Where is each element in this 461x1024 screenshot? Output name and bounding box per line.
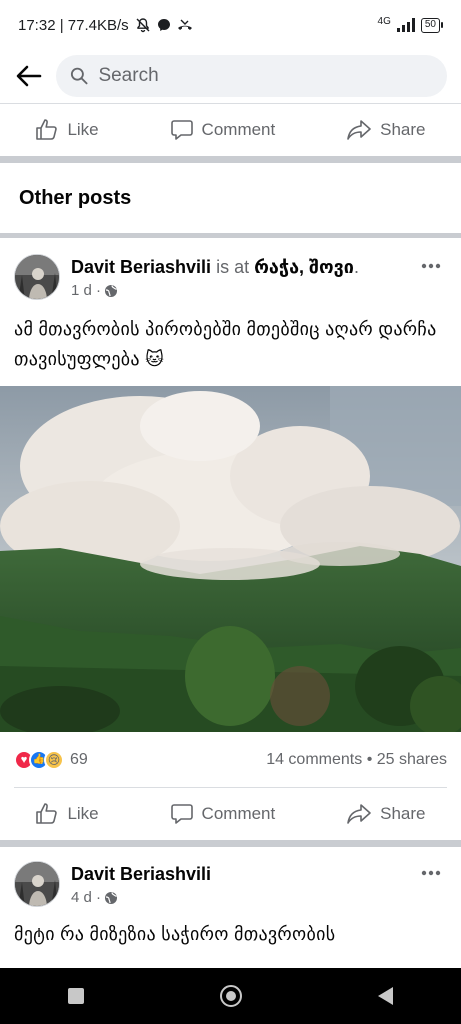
sad-reaction-icon: 😢 [44, 749, 64, 770]
reactions[interactable]: ♥ 👍 😢 69 [14, 749, 88, 770]
author-line: Davit Beriashvili [71, 861, 211, 887]
status-right: 4G 50 [377, 15, 443, 33]
search-icon [70, 67, 88, 85]
post-header: Davit Beriashvili is at რაჭა, შოვი. 1 d … [0, 238, 461, 300]
avatar[interactable] [14, 254, 60, 300]
share-icon [347, 120, 371, 140]
like-button[interactable]: Like [35, 118, 99, 142]
post-meta: Davit Beriashvili 4 d · [71, 861, 211, 907]
section-title: Other posts [19, 186, 132, 209]
reaction-summary: ♥ 👍 😢 69 14 comments • 25 shares [0, 732, 461, 787]
top-bar [0, 50, 461, 102]
recents-button[interactable] [68, 988, 84, 1004]
status-bar: 17:32 | 77.4KB/s 4G 50 [0, 0, 461, 50]
time-text: 1 d · [71, 282, 102, 299]
globe-icon [105, 891, 118, 904]
system-nav-bar [0, 968, 461, 1024]
like-label: Like [67, 120, 99, 139]
back-nav-button[interactable] [378, 987, 393, 1005]
post-text: მეტი რა მიზეზია საჭირო მთავრობის [14, 924, 336, 944]
comment-icon [170, 120, 193, 140]
status-time-network: 17:32 | 77.4KB/s [18, 16, 129, 34]
author-line: Davit Beriashvili is at რაჭა, შოვი. [71, 254, 359, 280]
more-icon [421, 870, 441, 876]
like-button[interactable]: Like [35, 802, 99, 826]
post-time: 4 d · [71, 889, 211, 906]
post-separator [0, 840, 461, 847]
back-arrow-icon [16, 65, 42, 87]
more-options-button[interactable] [421, 863, 441, 881]
comment-button[interactable]: Comment [170, 118, 276, 142]
author-name[interactable]: Davit Beriashvili [71, 864, 211, 884]
post-time: 1 d · [71, 282, 359, 299]
battery-icon: 50 [420, 17, 443, 33]
globe-icon [105, 284, 118, 297]
share-button[interactable]: Share [346, 118, 426, 142]
share-label: Share [380, 120, 426, 139]
section-separator [0, 156, 461, 163]
home-button[interactable] [220, 985, 242, 1007]
prev-post-actions: Like Comment Share [0, 104, 461, 156]
more-icon [421, 263, 441, 269]
network-type: 4G [377, 15, 391, 27]
share-label: Share [380, 804, 426, 823]
search-bar[interactable] [56, 55, 447, 97]
messenger-icon [157, 19, 170, 31]
is-at-text: is at [216, 257, 250, 277]
post-text: ამ მთავრობის პირობებში მთებშიც აღარ დარჩ… [14, 319, 437, 369]
post-header: Davit Beriashvili 4 d · [0, 847, 461, 907]
feed: Like Comment Share Other posts Davit Ber… [0, 103, 461, 949]
time-text: 4 d · [71, 889, 102, 906]
comments-count[interactable]: 14 comments [266, 751, 362, 768]
share-button[interactable]: Share [346, 802, 426, 826]
like-label: Like [67, 804, 99, 823]
like-icon [36, 119, 58, 140]
comment-label: Comment [201, 120, 276, 139]
bell-off-icon [136, 18, 150, 33]
shares-count[interactable]: 25 shares [377, 751, 447, 768]
status-left: 17:32 | 77.4KB/s [18, 17, 193, 34]
location-suffix: . [353, 257, 359, 277]
back-button[interactable] [14, 61, 44, 91]
post-actions: Like Comment Share [0, 788, 461, 840]
post-meta: Davit Beriashvili is at რაჭა, შოვი. 1 d … [71, 254, 359, 300]
avatar[interactable] [14, 861, 60, 907]
comment-button[interactable]: Comment [170, 802, 276, 826]
comment-label: Comment [201, 804, 276, 823]
signal-icon [396, 18, 415, 32]
battery-level: 50 [420, 17, 440, 33]
search-input[interactable] [98, 65, 433, 87]
author-name[interactable]: Davit Beriashvili [71, 257, 211, 277]
post-card: Davit Beriashvili is at რაჭა, შოვი. 1 d … [0, 238, 461, 840]
reaction-count: 69 [70, 750, 88, 768]
post-card: Davit Beriashvili 4 d · მეტი რა მიზეზია … [0, 847, 461, 949]
engagement-counts: 14 comments • 25 shares [266, 750, 447, 768]
post-photo[interactable] [0, 386, 461, 732]
more-options-button[interactable] [421, 256, 441, 274]
location-link[interactable]: რაჭა, შოვი [254, 257, 354, 277]
share-icon [347, 804, 371, 824]
like-icon [36, 803, 58, 824]
comment-icon [170, 804, 193, 824]
missed-call-icon [177, 19, 192, 30]
